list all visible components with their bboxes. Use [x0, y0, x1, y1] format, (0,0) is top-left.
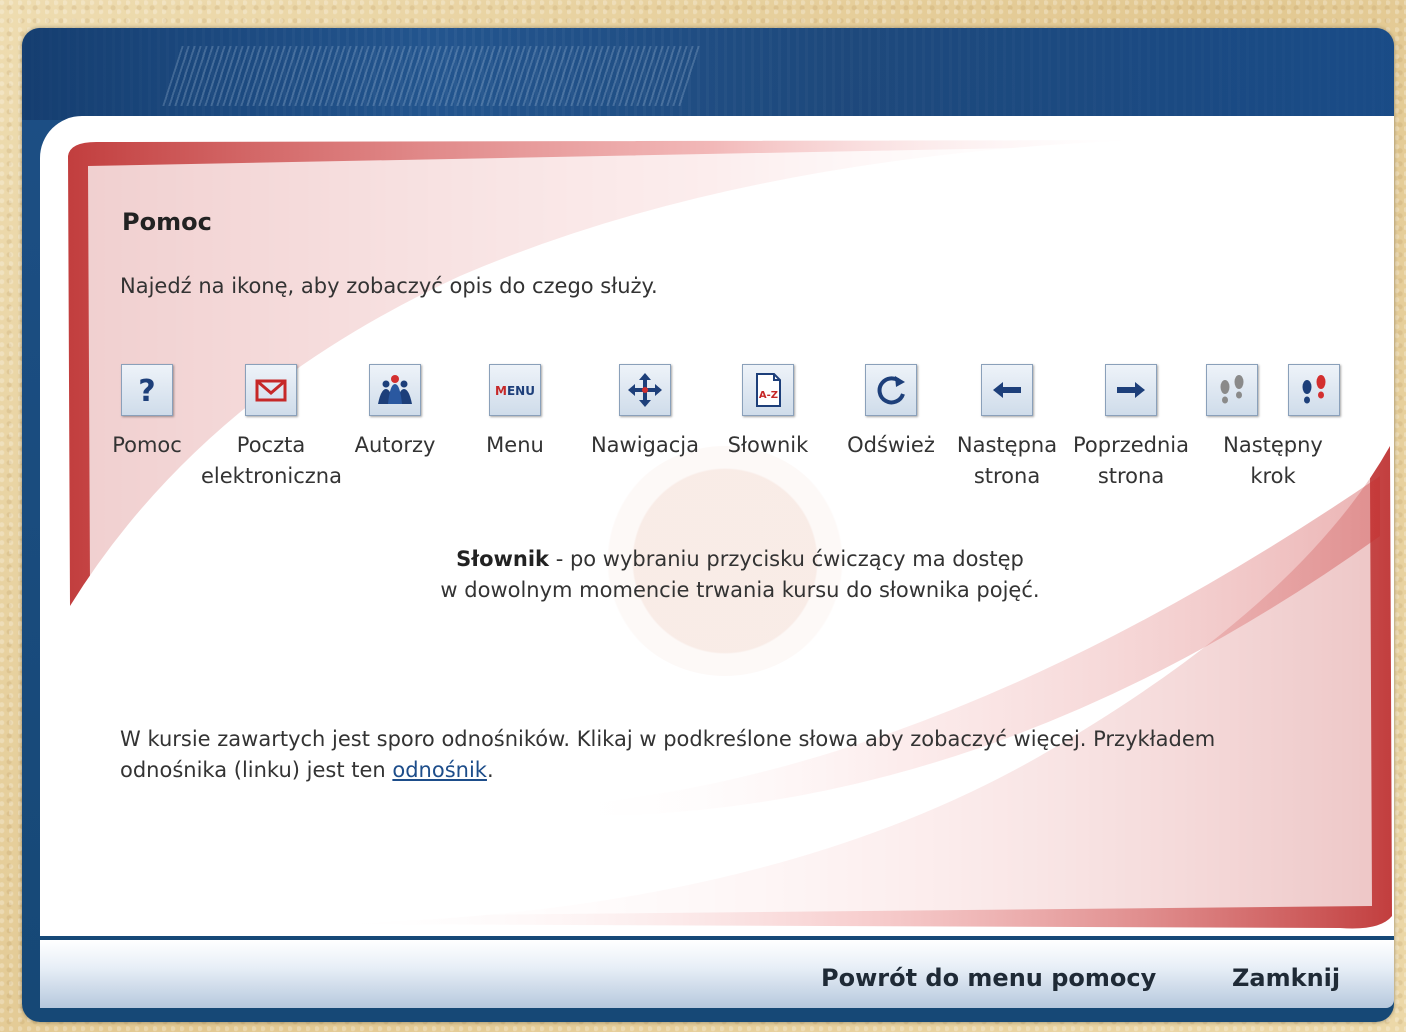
icon-label: Pomoc [112, 433, 182, 457]
footsteps-icon[interactable] [1288, 364, 1340, 416]
icon-item-nawigacja[interactable]: Nawigacja [575, 364, 715, 461]
dictionary-az-icon[interactable]: A-Z [742, 364, 794, 416]
description-term: Słownik [456, 547, 550, 571]
description-line1: - po wybraniu przycisku ćwiczący ma dost… [549, 547, 1024, 571]
mail-icon[interactable] [245, 364, 297, 416]
icon-item-menu[interactable]: MENU Menu [445, 364, 585, 461]
icon-description: Słownik - po wybraniu przycisku ćwiczący… [280, 544, 1200, 606]
refresh-icon[interactable] [865, 364, 917, 416]
icon-label: Poprzednia strona [1072, 433, 1189, 488]
move-arrows-icon[interactable] [619, 364, 671, 416]
description-line2: w dowolnym momencie trwania kursu do sło… [440, 578, 1040, 602]
svg-text:MENU: MENU [495, 384, 535, 398]
icon-item-autorzy[interactable]: Autorzy [325, 364, 465, 461]
icon-item-nastepna-strona[interactable]: Następna strona [937, 364, 1077, 492]
back-to-help-menu-link[interactable]: Powrót do menu pomocy [821, 964, 1156, 992]
page-title: Pomoc [122, 208, 212, 236]
links-info-suffix: . [486, 758, 494, 782]
svg-text:A-Z: A-Z [759, 390, 778, 401]
links-info: W kursie zawartych jest sporo odnośników… [120, 724, 1300, 786]
svg-text:?: ? [138, 374, 155, 409]
intro-text: Najedź na ikonę, aby zobaczyć opis do cz… [120, 274, 658, 298]
icon-label: Nawigacja [590, 433, 700, 457]
icon-item-poprzednia-strona[interactable]: Poprzednia strona [1061, 364, 1201, 492]
people-icon[interactable] [369, 364, 421, 416]
help-window: Pomoc Najedź na ikonę, aby zobaczyć opis… [22, 28, 1394, 1022]
icon-item-pomoc[interactable]: ? Pomoc [77, 364, 217, 461]
header-banner [22, 28, 1394, 120]
content-panel: Pomoc Najedź na ikonę, aby zobaczyć opis… [40, 116, 1394, 936]
icon-label: Następna strona [956, 433, 1058, 488]
example-link[interactable]: odnośnik [392, 758, 487, 782]
footsteps-gray-icon[interactable] [1206, 364, 1258, 416]
icon-label: Menu [486, 433, 544, 457]
footsteps-group [1183, 364, 1363, 416]
icon-label: Słownik [727, 433, 809, 457]
question-icon[interactable]: ? [121, 364, 173, 416]
links-info-text: W kursie zawartych jest sporo odnośników… [120, 727, 1216, 782]
close-link[interactable]: Zamknij [1232, 964, 1340, 992]
icon-item-poczta[interactable]: Poczta elektroniczna [201, 364, 342, 492]
icon-item-nastepny-krok[interactable]: Następny krok [1183, 364, 1363, 492]
icon-label: Poczta elektroniczna [201, 433, 342, 488]
menu-icon[interactable]: MENU [489, 364, 541, 416]
footer-bar: Powrót do menu pomocy Zamknij [40, 940, 1394, 1008]
icon-item-slownik[interactable]: A-Z Słownik [698, 364, 838, 461]
icon-label: Następny krok [1223, 433, 1323, 488]
arrow-left-icon[interactable] [981, 364, 1033, 416]
icon-label: Autorzy [354, 433, 436, 457]
banner-image [162, 46, 702, 106]
arrow-right-icon[interactable] [1105, 364, 1157, 416]
